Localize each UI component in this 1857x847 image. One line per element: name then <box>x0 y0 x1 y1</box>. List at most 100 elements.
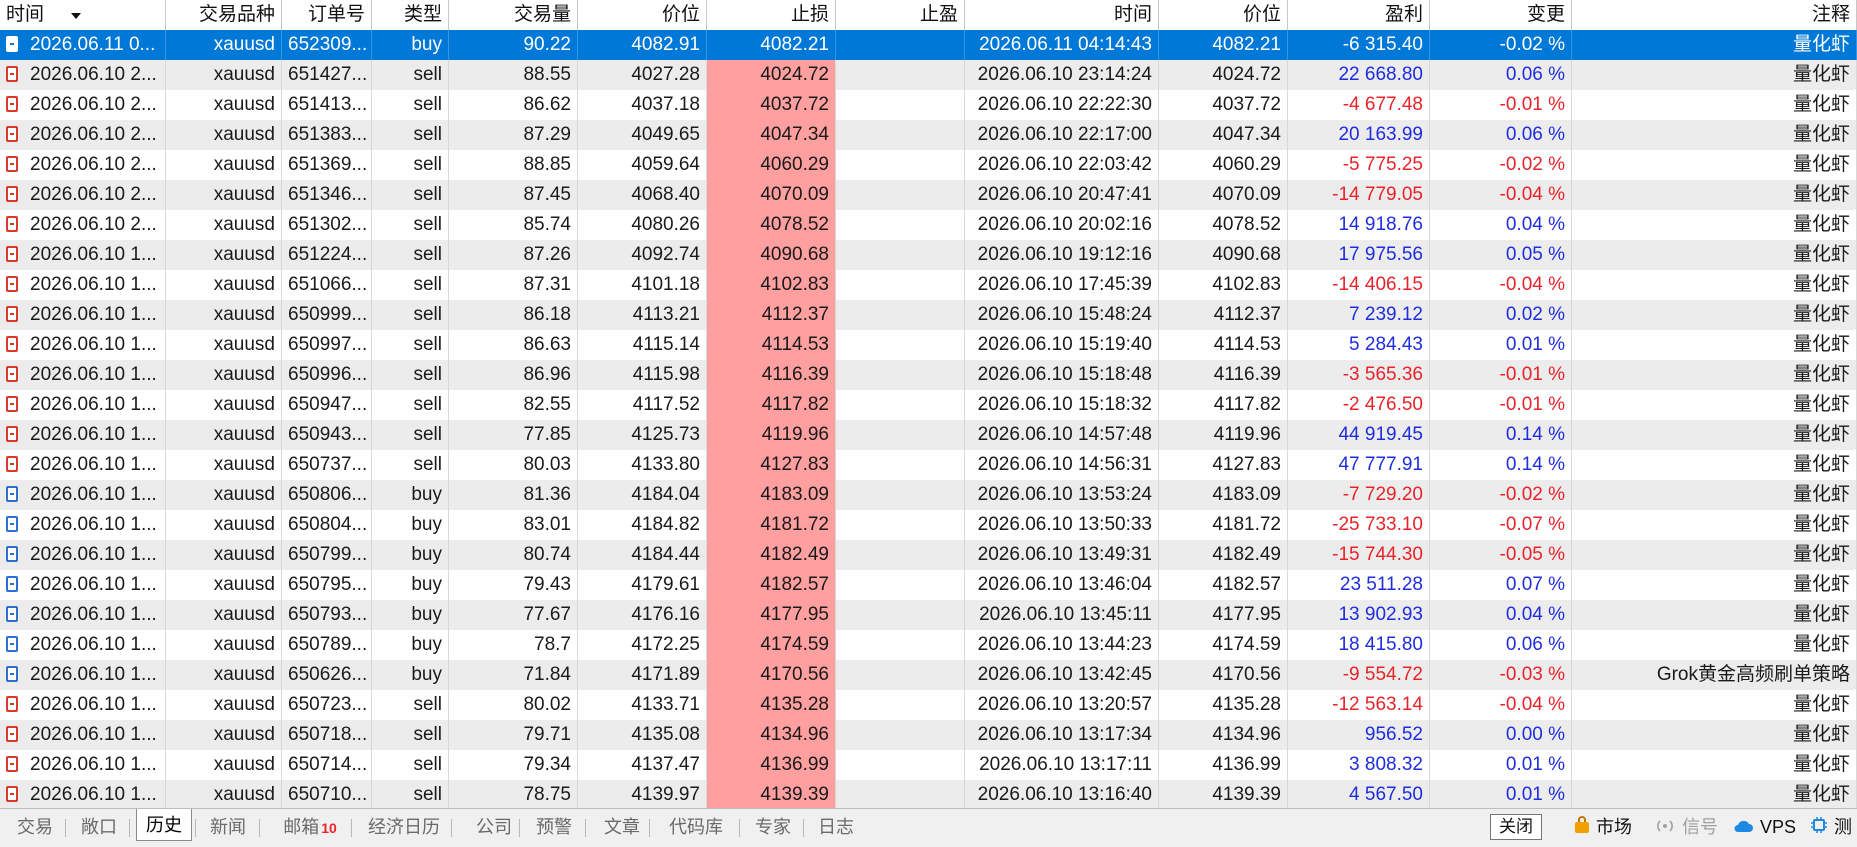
tab-label: 预警 <box>536 817 572 837</box>
table-row[interactable]: 2026.06.10 2... xauusd 651427... sell 88.55 4… <box>0 60 1857 91</box>
cell-symbol: xauusd <box>166 720 282 750</box>
cell-symbol: xauusd <box>166 420 282 450</box>
cell-comment: 量化虾 <box>1572 450 1857 480</box>
cell-comment: 量化虾 <box>1572 90 1857 120</box>
cell-open-time: 2026.06.10 1... <box>0 540 166 570</box>
cell-stop-loss: 4082.21 <box>707 30 836 60</box>
signals-button[interactable]: 信号 <box>1654 813 1718 841</box>
cell-type: sell <box>372 150 449 180</box>
header-col-open-time[interactable]: 时间 <box>0 0 166 30</box>
cell-close-time: 2026.06.10 20:02:16 <box>965 210 1159 240</box>
cell-close-time: 2026.06.10 13:17:34 <box>965 720 1159 750</box>
market-button[interactable]: 市场 <box>1574 813 1632 841</box>
mail-count-badge: 10 <box>321 820 337 836</box>
cell-order: 651346... <box>282 180 372 210</box>
cell-close-time: 2026.06.10 13:44:23 <box>965 630 1159 660</box>
cell-take-profit <box>836 60 965 90</box>
tab-label: 专家 <box>755 817 791 837</box>
tab-0[interactable]: 交易 <box>8 813 62 841</box>
cell-profit: 22 668.80 <box>1288 60 1430 90</box>
header-col-symbol[interactable]: 交易品种 <box>166 0 282 30</box>
table-row[interactable]: 2026.06.10 1... xauusd 650718... sell 79.71 4… <box>0 720 1857 751</box>
tab-8[interactable]: 文章 <box>596 813 646 841</box>
tab-6[interactable]: 公司 <box>468 813 516 841</box>
cell-price: 4115.14 <box>578 330 707 360</box>
table-row[interactable]: 2026.06.10 1... xauusd 650723... sell 80.02 4… <box>0 690 1857 721</box>
cell-close-time: 2026.06.10 23:14:24 <box>965 60 1159 90</box>
table-row[interactable]: 2026.06.10 1... xauusd 650997... sell 86.63 4… <box>0 330 1857 361</box>
header-col-volume[interactable]: 交易量 <box>449 0 578 30</box>
tab-10[interactable]: 专家 <box>746 813 800 841</box>
cell-close-time: 2026.06.10 13:46:04 <box>965 570 1159 600</box>
table-row[interactable]: 2026.06.10 2... xauusd 651369... sell 88.85 4… <box>0 150 1857 181</box>
cell-type: sell <box>372 330 449 360</box>
table-row[interactable]: 2026.06.10 2... xauusd 651413... sell 86.62 4… <box>0 90 1857 121</box>
vps-button[interactable]: VPS <box>1732 813 1796 841</box>
cell-symbol: xauusd <box>166 750 282 780</box>
cell-close-price: 4024.72 <box>1159 60 1288 90</box>
cell-comment: 量化虾 <box>1572 420 1857 450</box>
tab-2[interactable]: 历史 <box>136 809 192 841</box>
table-row[interactable]: 2026.06.10 1... xauusd 650804... buy 83.01 41… <box>0 510 1857 541</box>
tab-5[interactable]: 经济日历 <box>360 813 448 841</box>
table-row[interactable]: 2026.06.10 1... xauusd 650996... sell 86.96 4… <box>0 360 1857 391</box>
header-col-profit[interactable]: 盈利 <box>1288 0 1430 30</box>
cell-symbol: xauusd <box>166 60 282 90</box>
table-row[interactable]: 2026.06.10 1... xauusd 650737... sell 80.03 4… <box>0 450 1857 481</box>
table-row[interactable]: 2026.06.10 2... xauusd 651383... sell 87.29 4… <box>0 120 1857 151</box>
table-row[interactable]: 2026.06.10 1... xauusd 650710... sell 78.75 4… <box>0 780 1857 808</box>
cell-comment: 量化虾 <box>1572 270 1857 300</box>
cell-order: 650789... <box>282 630 372 660</box>
cell-close-price: 4082.21 <box>1159 30 1288 60</box>
cell-symbol: xauusd <box>166 780 282 808</box>
tab-3[interactable]: 新闻 <box>200 813 256 841</box>
cell-close-time: 2026.06.10 13:20:57 <box>965 690 1159 720</box>
cell-open-time: 2026.06.10 1... <box>0 300 166 330</box>
cell-symbol: xauusd <box>166 300 282 330</box>
cell-stop-loss: 4047.34 <box>707 120 836 150</box>
table-row[interactable]: 2026.06.10 1... xauusd 651224... sell 87.26 4… <box>0 240 1857 271</box>
tab-7[interactable]: 预警 <box>526 813 582 841</box>
table-row[interactable]: 2026.06.10 1... xauusd 650947... sell 82.55 4… <box>0 390 1857 421</box>
table-row[interactable]: 2026.06.10 2... xauusd 651346... sell 87.45 4… <box>0 180 1857 211</box>
tab-4[interactable]: 邮箱 10 <box>272 813 348 841</box>
tab-9[interactable]: 代码库 <box>656 813 736 841</box>
table-row[interactable]: 2026.06.10 1... xauusd 650999... sell 86.18 4… <box>0 300 1857 331</box>
table-row[interactable]: 2026.06.11 0... xauusd 652309... buy 90.22 40… <box>0 30 1857 61</box>
table-row[interactable]: 2026.06.10 2... xauusd 651302... sell 85.74 4… <box>0 210 1857 241</box>
header-col-close-time[interactable]: 时间 <box>965 0 1159 30</box>
tab-label: 敞口 <box>81 817 117 837</box>
cell-close-price: 4183.09 <box>1159 480 1288 510</box>
cell-profit: -5 775.25 <box>1288 150 1430 180</box>
header-col-stop-loss[interactable]: 止损 <box>707 0 836 30</box>
cell-open-time: 2026.06.10 1... <box>0 510 166 540</box>
table-row[interactable]: 2026.06.10 1... xauusd 650626... buy 71.84 41… <box>0 660 1857 691</box>
tab-1[interactable]: 敞口 <box>72 813 126 841</box>
cell-price: 4027.28 <box>578 60 707 90</box>
cell-change: -0.04 % <box>1430 180 1572 210</box>
cell-close-price: 4102.83 <box>1159 270 1288 300</box>
cell-order: 650804... <box>282 510 372 540</box>
header-col-comment[interactable]: 注释 <box>1572 0 1857 30</box>
table-row[interactable]: 2026.06.10 1... xauusd 650795... buy 79.43 41… <box>0 570 1857 601</box>
table-row[interactable]: 2026.06.10 1... xauusd 650789... buy 78.7 417… <box>0 630 1857 661</box>
tester-button[interactable]: 测 <box>1810 813 1852 841</box>
table-row[interactable]: 2026.06.10 1... xauusd 650799... buy 80.74 41… <box>0 540 1857 571</box>
cell-stop-loss: 4114.53 <box>707 330 836 360</box>
header-col-close-price[interactable]: 价位 <box>1159 0 1288 30</box>
table-row[interactable]: 2026.06.10 1... xauusd 650714... sell 79.34 4… <box>0 750 1857 781</box>
cell-symbol: xauusd <box>166 360 282 390</box>
table-row[interactable]: 2026.06.10 1... xauusd 650943... sell 77.85 4… <box>0 420 1857 451</box>
cell-change: -0.02 % <box>1430 30 1572 60</box>
cell-price: 4184.44 <box>578 540 707 570</box>
cell-stop-loss: 4182.57 <box>707 570 836 600</box>
table-row[interactable]: 2026.06.10 1... xauusd 650793... buy 77.67 41… <box>0 600 1857 631</box>
header-col-take-profit[interactable]: 止盈 <box>836 0 965 30</box>
table-row[interactable]: 2026.06.10 1... xauusd 651066... sell 87.31 4… <box>0 270 1857 301</box>
header-col-order[interactable]: 订单号 <box>282 0 372 30</box>
table-row[interactable]: 2026.06.10 1... xauusd 650806... buy 81.36 41… <box>0 480 1857 511</box>
header-col-price[interactable]: 价位 <box>578 0 707 30</box>
header-col-change[interactable]: 变更 <box>1430 0 1572 30</box>
tab-11[interactable]: 日志 <box>810 813 862 841</box>
header-col-type[interactable]: 类型 <box>372 0 449 30</box>
